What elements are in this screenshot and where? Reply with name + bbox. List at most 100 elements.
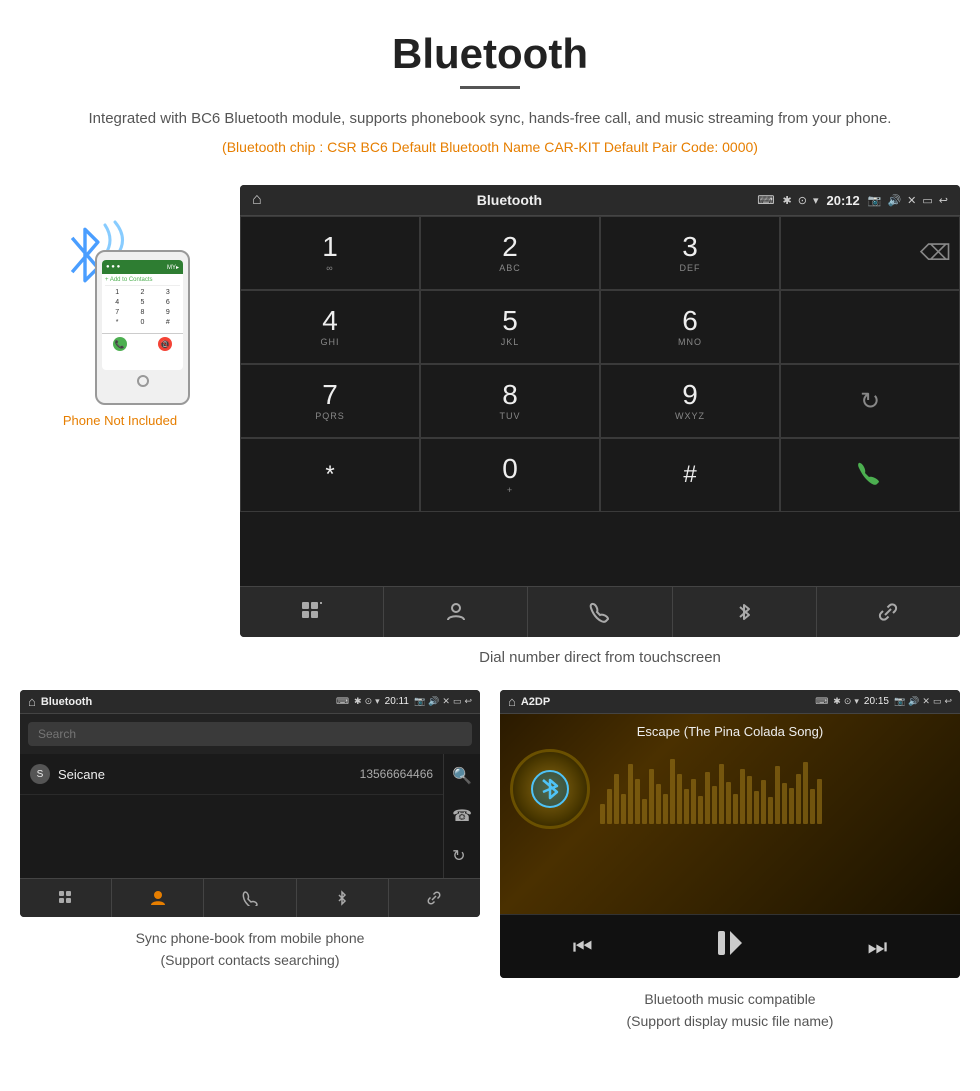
album-art [510, 749, 590, 829]
reload-button[interactable]: ↻ [780, 364, 960, 438]
music-wifi-icon: ▾ [854, 696, 859, 707]
phone-device: ● ● ● MY▸ + Add to Contacts 1 2 3 4 5 6 … [95, 250, 190, 405]
music-close-icon[interactable]: ✕ [922, 696, 930, 707]
search-input[interactable] [38, 727, 462, 741]
call-side-icon[interactable]: ☎ [452, 806, 472, 826]
home-icon[interactable]: ⌂ [252, 191, 262, 209]
dial-pad: 1 ∞ 2 ABC 3 DEF ⌫ 4 GHI [240, 216, 960, 586]
pb-toolbar-link[interactable] [389, 879, 480, 917]
page-specs: (Bluetooth chip : CSR BC6 Default Blueto… [20, 139, 960, 155]
phone-key-8: 8 [130, 308, 154, 317]
phone-screen-body: + Add to Contacts 1 2 3 4 5 6 7 8 9 * [102, 274, 183, 330]
phone-key-0: 0 [130, 318, 154, 327]
dial-key-7[interactable]: 7 PQRS [240, 364, 420, 438]
bottom-screenshots: ⌂ Bluetooth ⌨ ✱ ⊙ ▾ 20:11 📷 🔊 ✕ ▭ ↩ [0, 690, 980, 1063]
phone-add-contact-label: + Add to Contacts [105, 277, 180, 286]
phone-screen: ● ● ● MY▸ + Add to Contacts 1 2 3 4 5 6 … [102, 260, 183, 370]
call-green-button[interactable] [780, 438, 960, 512]
phone-key-4: 4 [105, 298, 129, 307]
phonebook-home-icon[interactable]: ⌂ [28, 694, 36, 709]
dial-key-4[interactable]: 4 GHI [240, 290, 420, 364]
music-back-icon[interactable]: ↩ [944, 696, 952, 707]
dial-key-2[interactable]: 2 ABC [420, 216, 600, 290]
music-home-icon[interactable]: ⌂ [508, 694, 516, 709]
music-caption-text: Bluetooth music compatible(Support displ… [627, 991, 834, 1029]
phone-key-1: 1 [105, 288, 129, 297]
dial-key-0[interactable]: 0 + [420, 438, 600, 512]
music-bt-icon: ✱ [833, 696, 841, 707]
search-bar-wrapper [28, 722, 472, 746]
page-description: Integrated with BC6 Bluetooth module, su… [20, 107, 960, 131]
play-pause-icon [714, 927, 746, 959]
phone-section: ● ● ● MY▸ + Add to Contacts 1 2 3 4 5 6 … [20, 185, 220, 428]
phone-end-button: 📵 [158, 337, 172, 351]
phone-key-6: 6 [156, 298, 180, 307]
close-icon[interactable]: ✕ [907, 194, 916, 207]
phonebook-screen-icon: ▭ [453, 696, 462, 707]
phone-home-button [137, 375, 149, 387]
refresh-side-icon[interactable]: ↻ [452, 846, 472, 866]
phone-key-7: 7 [105, 308, 129, 317]
dial-key-1[interactable]: 1 ∞ [240, 216, 420, 290]
contact-row-seicane[interactable]: S Seicane 13566664466 [20, 754, 443, 795]
bottom-toolbar [240, 586, 960, 637]
phone-key-5: 5 [130, 298, 154, 307]
pb-toolbar-apps[interactable] [20, 879, 112, 917]
phone-not-included-label: Phone Not Included [63, 413, 177, 428]
search-side-icon[interactable]: 🔍 [452, 766, 472, 786]
phonebook-usb-icon: ⌨ [336, 696, 349, 707]
phonebook-screen: ⌂ Bluetooth ⌨ ✱ ⊙ ▾ 20:11 📷 🔊 ✕ ▭ ↩ [20, 690, 480, 917]
dial-key-hash[interactable]: # [600, 438, 780, 512]
link-icon [877, 601, 899, 623]
music-time: 20:15 [864, 696, 889, 707]
person-icon [445, 601, 467, 623]
back-icon[interactable]: ↩ [939, 194, 948, 207]
phonebook-back-icon[interactable]: ↩ [464, 696, 472, 707]
side-actions: 🔍 ☎ ↻ [443, 754, 480, 878]
volume-icon: 🔊 [887, 194, 901, 207]
play-pause-button[interactable] [714, 927, 746, 966]
phone-key-3: 3 [156, 288, 180, 297]
screen-icon: ▭ [922, 194, 932, 207]
music-loc-icon: ⊙ [844, 696, 852, 707]
phone-call-button: 📞 [113, 337, 127, 351]
pb-toolbar-phone[interactable] [204, 879, 296, 917]
backspace-button[interactable]: ⌫ [920, 240, 951, 266]
pb-person-icon [149, 889, 167, 907]
music-title: A2DP [521, 696, 810, 708]
toolbar-link-button[interactable] [817, 587, 960, 637]
pb-apps-icon [58, 890, 74, 906]
toolbar-phone-button[interactable] [528, 587, 672, 637]
phonebook-loc-icon: ⊙ [365, 696, 373, 707]
phone-bottom-bar: 📞 📵 [102, 333, 183, 354]
title-underline [460, 86, 520, 89]
dial-key-5[interactable]: 5 JKL [420, 290, 600, 364]
status-icons: ✱ ⊙ ▾ [783, 194, 819, 207]
pb-toolbar-bt[interactable] [297, 879, 389, 917]
music-caption: Bluetooth music compatible(Support displ… [627, 988, 834, 1033]
contact-list-wrapper: S Seicane 13566664466 🔍 ☎ ↻ [20, 754, 480, 878]
pb-toolbar-contact[interactable] [112, 879, 204, 917]
main-content: ● ● ● MY▸ + Add to Contacts 1 2 3 4 5 6 … [0, 185, 980, 690]
phone-key-2: 2 [130, 288, 154, 297]
dial-key-9[interactable]: 9 WXYZ [600, 364, 780, 438]
dial-key-6[interactable]: 6 MNO [600, 290, 780, 364]
toolbar-contact-button[interactable] [384, 587, 528, 637]
status-time: 20:12 [827, 193, 860, 208]
dial-key-3[interactable]: 3 DEF [600, 216, 780, 290]
screen-title: Bluetooth [270, 192, 750, 208]
toolbar-bluetooth-button[interactable] [673, 587, 817, 637]
music-main-area: Escape (The Pina Colada Song) [500, 714, 960, 914]
dial-key-star[interactable]: * [240, 438, 420, 512]
pb-bt-icon [334, 890, 350, 906]
contact-avatar-s: S [30, 764, 50, 784]
phonebook-close-icon[interactable]: ✕ [442, 696, 450, 707]
music-screen-icon: ▭ [933, 696, 942, 707]
dial-key-8[interactable]: 8 TUV [420, 364, 600, 438]
green-phone-icon [854, 459, 886, 491]
toolbar-apps-button[interactable] [240, 587, 384, 637]
usb-icon: ⌨ [757, 193, 774, 207]
next-button[interactable]: ⏭ [867, 934, 887, 960]
prev-button[interactable]: ⏮ [573, 934, 593, 960]
music-content [510, 749, 950, 829]
